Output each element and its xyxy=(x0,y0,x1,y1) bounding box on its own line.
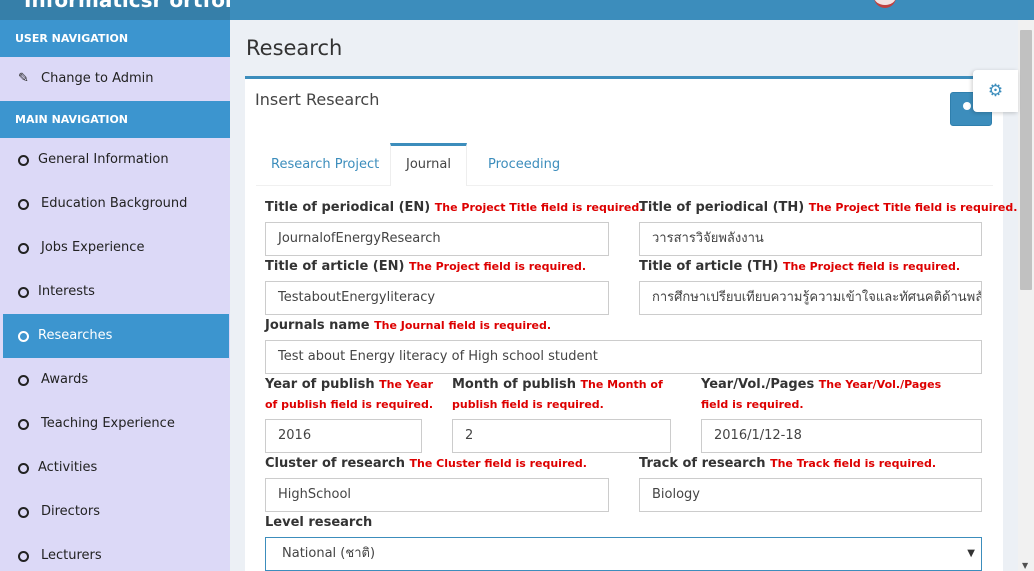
cluster-research-input[interactable]: HighSchool xyxy=(265,478,609,512)
title-article-th-label: Title of article (TH) The Project field … xyxy=(639,259,961,274)
title-periodical-en-label: Title of periodical (EN) The Project Tit… xyxy=(265,200,644,215)
tab-research-project[interactable]: Research Project xyxy=(256,143,394,186)
year-vol-pages-label: Year/Vol./Pages The Year/Vol./Pages fiel… xyxy=(701,377,942,411)
month-publish-input[interactable]: 2 xyxy=(452,419,671,453)
level-research-value: National (ชาติ) xyxy=(282,546,376,561)
user-navigation-header: USER NAVIGATION xyxy=(0,20,230,57)
year-publish-input[interactable]: 2016 xyxy=(265,419,422,453)
track-research-input[interactable]: Biology xyxy=(639,478,982,512)
sidebar-item-teaching-experience[interactable]: Teaching Experience xyxy=(0,402,230,446)
box-title: Insert Research xyxy=(255,90,380,109)
sidebar-item-label: Awards xyxy=(41,372,89,387)
circle-icon xyxy=(18,199,29,210)
sidebar-item-lecturers[interactable]: Lecturers xyxy=(0,534,230,571)
sidebar-item-researches[interactable]: Researches xyxy=(3,314,229,358)
sidebar-item-activities[interactable]: Activities xyxy=(0,446,230,490)
title-article-en-label: Title of article (EN) The Project field … xyxy=(265,259,587,274)
edit-icon: ✎ xyxy=(18,71,29,86)
error-message: The Project field is required. xyxy=(782,260,961,273)
circle-icon xyxy=(18,331,29,342)
title-periodical-th-input[interactable]: วารสารวิจัยพลังงาน xyxy=(639,222,982,256)
error-message: The Cluster field is required. xyxy=(409,457,587,470)
circle-icon xyxy=(18,287,29,298)
sidebar-item-interests[interactable]: Interests xyxy=(0,270,230,314)
tab-journal[interactable]: Journal xyxy=(390,143,467,186)
error-message: The Project Title field is required. xyxy=(434,201,644,214)
scroll-down-arrow-icon[interactable]: ▼ xyxy=(1022,561,1028,570)
sidebar-item-label: Researches xyxy=(38,328,113,343)
sidebar-item-label: Teaching Experience xyxy=(41,416,175,431)
sidebar-item-label: Directors xyxy=(41,504,100,519)
title-article-th-input[interactable]: การศึกษาเปรียบเทียบความรู้ความเข้าใจและท… xyxy=(639,281,982,315)
sidebar-item-label: Jobs Experience xyxy=(41,240,145,255)
month-publish-label: Month of publish The Month of publish fi… xyxy=(452,377,663,411)
circle-icon xyxy=(18,419,29,430)
year-publish-label: Year of publish The Year of publish fiel… xyxy=(265,377,434,411)
sidebar-item-label: Interests xyxy=(38,284,95,299)
journals-name-input[interactable]: Test about Energy literacy of High schoo… xyxy=(265,340,982,374)
sidebar-item-label: General Information xyxy=(38,152,169,167)
tab-proceeding[interactable]: Proceeding xyxy=(473,143,575,186)
sidebar-item-general-information[interactable]: General Information xyxy=(0,138,230,182)
sidebar-item-label: Activities xyxy=(38,460,98,475)
sidebar: USER NAVIGATION ✎ Change to Admin MAIN N… xyxy=(0,20,230,571)
main-navigation-header: MAIN NAVIGATION xyxy=(0,101,230,138)
scrollbar-thumb[interactable] xyxy=(1020,30,1032,290)
error-message: The Project field is required. xyxy=(408,260,587,273)
sidebar-item-change-to-admin[interactable]: ✎ Change to Admin xyxy=(0,57,230,101)
top-navbar: Informaticsr ortfolio xyxy=(0,0,1034,20)
user-icon xyxy=(963,102,971,110)
gear-icon[interactable]: ⚙ xyxy=(973,70,1018,112)
caret-down-icon: ▼ xyxy=(967,548,975,559)
app-logo[interactable]: Informaticsr ortfolio xyxy=(0,0,230,20)
circle-icon xyxy=(18,375,29,386)
app-title: Informaticsr ortfolio xyxy=(24,0,230,12)
circle-icon xyxy=(18,551,29,562)
page-title: Research xyxy=(246,36,343,60)
error-message: The Track field is required. xyxy=(770,457,937,470)
user-avatar[interactable] xyxy=(874,0,896,8)
error-message: The Journal field is required. xyxy=(374,319,552,332)
title-article-en-input[interactable]: TestaboutEnergyliteracy xyxy=(265,281,609,315)
title-periodical-th-label: Title of periodical (TH) The Project Tit… xyxy=(639,200,1018,215)
sidebar-item-label: Education Background xyxy=(41,196,188,211)
sidebar-item-education-background[interactable]: Education Background xyxy=(0,182,230,226)
year-vol-pages-input[interactable]: 2016/1/12-18 xyxy=(701,419,982,453)
circle-icon xyxy=(18,463,29,474)
sidebar-item-awards[interactable]: Awards xyxy=(0,358,230,402)
sidebar-item-label: Lecturers xyxy=(41,548,102,563)
circle-icon xyxy=(18,243,29,254)
page-scrollbar[interactable]: ▼ xyxy=(1018,20,1034,571)
journals-name-label: Journals name The Journal field is requi… xyxy=(265,318,552,333)
circle-icon xyxy=(18,507,29,518)
level-research-select[interactable]: National (ชาติ) ▼ xyxy=(265,537,982,571)
research-tabs: Research Project Journal Proceeding xyxy=(256,143,993,186)
title-periodical-en-input[interactable]: JournalofEnergyResearch xyxy=(265,222,609,256)
main-content: Research Insert Research Research Projec… xyxy=(230,20,1018,571)
error-message: The Project Title field is required. xyxy=(808,201,1018,214)
circle-icon xyxy=(18,155,29,166)
sidebar-item-jobs-experience[interactable]: Jobs Experience xyxy=(0,226,230,270)
cluster-research-label: Cluster of research The Cluster field is… xyxy=(265,456,587,471)
sidebar-item-label: Change to Admin xyxy=(41,71,154,86)
level-research-label: Level research xyxy=(265,515,373,530)
track-research-label: Track of research The Track field is req… xyxy=(639,456,937,471)
sidebar-item-directors[interactable]: Directors xyxy=(0,490,230,534)
